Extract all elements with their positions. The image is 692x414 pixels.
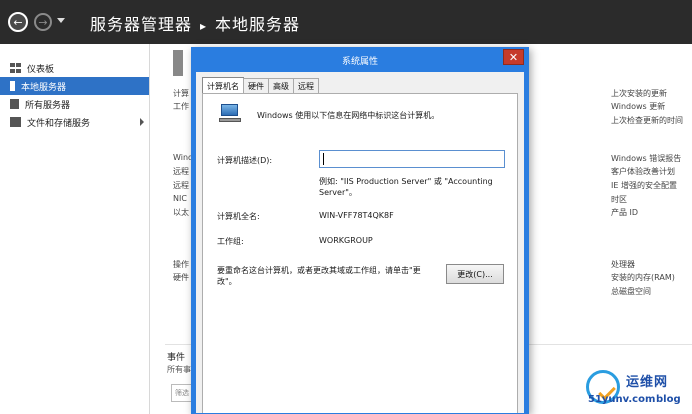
rename-instructions: 要重命名这台计算机，或者更改其域或工作组，请单击"更改"。: [217, 266, 421, 286]
server-icon: [10, 81, 15, 91]
close-button[interactable]: ✕: [503, 49, 524, 65]
sidebar-item-local-server[interactable]: 本地服务器: [0, 77, 149, 95]
system-properties-dialog: 系统属性 ✕ 计算机名 硬件 高级 远程 Windows 使用以下信息在网络中标…: [191, 47, 529, 414]
tab-advanced[interactable]: 高级: [268, 78, 294, 94]
watermark-url: 51yunv.com: [588, 394, 656, 405]
dashboard-icon: [10, 63, 21, 73]
sidebar-item-label: 仪表板: [27, 64, 55, 75]
page-title: 本地服务器: [215, 15, 301, 34]
back-button[interactable]: ←: [8, 12, 28, 32]
servers-icon: [10, 99, 19, 109]
watermark-blog: blog: [656, 394, 681, 405]
close-icon: ✕: [508, 50, 519, 64]
computer-icon: [219, 104, 243, 124]
property-label: 硬件: [173, 273, 189, 282]
property-label: 计算: [173, 89, 189, 98]
change-button[interactable]: 更改(C)...: [446, 264, 504, 284]
events-subheading: 所有事: [167, 365, 191, 374]
computer-description-input[interactable]: [319, 150, 505, 168]
property-label: 远程: [173, 167, 189, 176]
text-caret: [323, 153, 324, 165]
server-banner-icon: [173, 50, 183, 76]
property-label: 以太: [173, 208, 189, 217]
property-label: 上次安装的更新: [611, 89, 667, 98]
computer-name-panel: Windows 使用以下信息在网络中标识这台计算机。 计算机描述(D): 例如:…: [202, 93, 518, 413]
watermark-logo: 运维网 51yunv.com blog: [584, 366, 692, 414]
dialog-title-bar[interactable]: 系统属性 ✕: [192, 48, 528, 72]
property-label: 工作: [173, 102, 189, 111]
intro-text: Windows 使用以下信息在网络中标识这台计算机。: [257, 111, 440, 120]
property-label: NIC: [173, 194, 187, 203]
breadcrumb-separator: ▸: [200, 19, 208, 33]
app-title: 服务器管理器: [90, 15, 193, 34]
property-label: Windows 错误报告: [611, 154, 682, 163]
property-label: 时区: [611, 195, 627, 204]
sidebar-item-label: 本地服务器: [21, 82, 67, 93]
sidebar: 仪表板 本地服务器 所有服务器 文件和存储服务: [0, 44, 150, 414]
sidebar-item-all-servers[interactable]: 所有服务器: [0, 95, 149, 113]
events-heading: 事件: [167, 353, 186, 363]
property-label: 安装的内存(RAM): [611, 273, 675, 282]
property-label: 客户体验改善计划: [611, 167, 675, 176]
property-label: 操作: [173, 260, 189, 269]
sidebar-item-label: 所有服务器: [25, 100, 71, 111]
sidebar-item-dashboard[interactable]: 仪表板: [0, 59, 149, 77]
full-name-label: 计算机全名:: [217, 212, 260, 221]
sidebar-item-file-storage[interactable]: 文件和存储服务: [0, 113, 149, 131]
arrow-right-icon: →: [38, 15, 48, 29]
property-label: 产品 ID: [611, 208, 639, 217]
watermark-title: 运维网: [626, 375, 669, 390]
history-dropdown-icon[interactable]: [57, 18, 65, 23]
workgroup-label: 工作组:: [217, 237, 244, 246]
example-text: 例如: "IIS Production Server" 或 "Accountin…: [319, 177, 493, 197]
tab-hardware[interactable]: 硬件: [243, 78, 269, 94]
property-label: Windows 更新: [611, 102, 666, 111]
tab-remote[interactable]: 远程: [293, 78, 319, 94]
dialog-title: 系统属性: [341, 57, 378, 67]
storage-icon: [10, 117, 21, 127]
arrow-left-icon: ←: [13, 15, 23, 29]
property-label: 上次检查更新的时间: [611, 116, 683, 125]
tab-strip: 计算机名 硬件 高级 远程: [202, 77, 319, 94]
sidebar-item-label: 文件和存储服务: [27, 118, 91, 129]
full-name-value: WIN-VFF78T4QK8F: [319, 211, 394, 220]
property-label: IE 增强的安全配置: [611, 181, 677, 190]
chevron-right-icon[interactable]: [140, 118, 144, 126]
dialog-content: 计算机名 硬件 高级 远程 Windows 使用以下信息在网络中标识这台计算机。…: [196, 72, 524, 413]
description-label: 计算机描述(D):: [217, 156, 273, 165]
tab-computer-name[interactable]: 计算机名: [202, 77, 244, 94]
breadcrumb: 服务器管理器 ▸ 本地服务器: [90, 11, 300, 35]
dialog-frame: 计算机名 硬件 高级 远程 Windows 使用以下信息在网络中标识这台计算机。…: [192, 72, 528, 413]
property-label: 总磁盘空间: [611, 287, 651, 296]
title-bar: ← → 服务器管理器 ▸ 本地服务器: [0, 0, 692, 44]
property-label: 远程: [173, 181, 189, 190]
property-label: 处理器: [611, 260, 635, 269]
forward-button[interactable]: →: [34, 13, 52, 31]
workgroup-value: WORKGROUP: [319, 236, 373, 245]
